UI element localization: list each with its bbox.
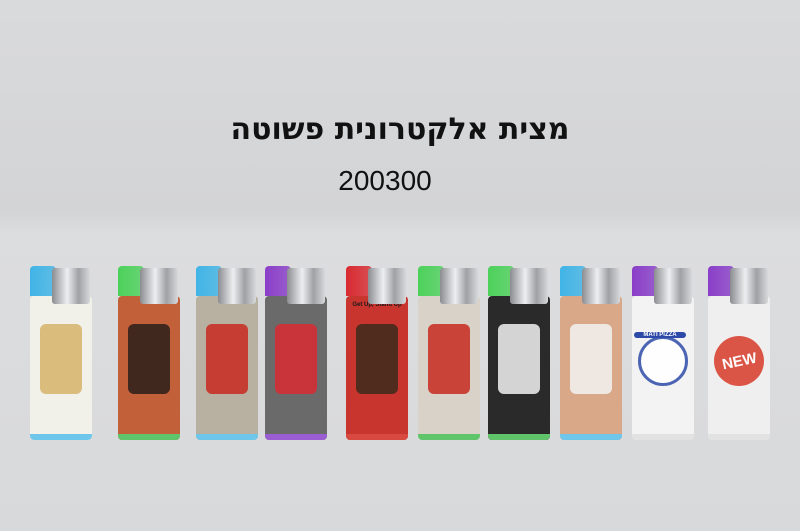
new-label: NEW	[720, 349, 758, 373]
lighter-cap	[708, 266, 770, 304]
lighter-cap	[560, 266, 622, 304]
metal-hood	[218, 268, 256, 304]
metal-hood	[52, 268, 90, 304]
lighter-mati-pizza: MATI PIZZA	[632, 266, 694, 442]
product-code: 200300	[338, 165, 432, 196]
lighter-big-ben-bus	[418, 266, 480, 442]
lighter-base	[488, 434, 550, 440]
lighter-body: MATI PIZZA	[632, 296, 694, 440]
lighter-cap	[30, 266, 92, 304]
lighter-cap	[346, 266, 408, 304]
lighter-new-badge: NEW	[708, 266, 770, 442]
lighter-body	[418, 296, 480, 440]
lighter-body	[488, 296, 550, 440]
lighter-hand-phone	[118, 266, 180, 442]
lighter-cap	[265, 266, 327, 304]
metal-hood	[510, 268, 548, 304]
metal-hood	[140, 268, 178, 304]
lighter-cap	[632, 266, 694, 304]
lighter-body	[265, 296, 327, 440]
lighter-body: NEW	[708, 296, 770, 440]
lighter-artwork	[206, 324, 248, 394]
lighter-body: Get Up, Stand Up	[346, 296, 408, 440]
lighter-base	[346, 434, 408, 440]
lighter-body	[118, 296, 180, 440]
lighter-cap	[488, 266, 550, 304]
lighter-base	[708, 434, 770, 440]
lighter-hand-cigarette	[560, 266, 622, 442]
lighter-cap	[196, 266, 258, 304]
lighter-artwork: NEW	[714, 336, 764, 386]
lighter-artwork	[570, 324, 612, 394]
lighter-artwork	[275, 324, 317, 394]
lighter-base	[30, 434, 92, 440]
lighter-artwork	[128, 324, 170, 394]
metal-hood	[368, 268, 406, 304]
lighter-base	[560, 434, 622, 440]
lighter-artwork	[40, 324, 82, 394]
lighter-base	[418, 434, 480, 440]
lighter-base	[196, 434, 258, 440]
page-title: מצית אלקטרונית פשוטה	[230, 112, 570, 147]
lighter-body	[30, 296, 92, 440]
metal-hood	[582, 268, 620, 304]
lighter-chef-pizza	[30, 266, 92, 442]
lighter-cap	[418, 266, 480, 304]
lighter-cap	[118, 266, 180, 304]
lighter-london-phonebox	[196, 266, 258, 442]
lighter-fist-stand-up: Get Up, Stand Up	[346, 266, 408, 442]
lighter-london-collage	[265, 266, 327, 442]
lighter-artwork	[638, 336, 688, 386]
lighter-body	[196, 296, 258, 440]
metal-hood	[287, 268, 325, 304]
lighter-body	[560, 296, 622, 440]
metal-hood	[654, 268, 692, 304]
lighter-cigarette-figure	[488, 266, 550, 442]
lighter-base	[632, 434, 694, 440]
lighter-artwork	[356, 324, 398, 394]
metal-hood	[440, 268, 478, 304]
lighter-artwork	[428, 324, 470, 394]
lighter-base	[265, 434, 327, 440]
lighter-base	[118, 434, 180, 440]
metal-hood	[730, 268, 768, 304]
lighter-artwork	[498, 324, 540, 394]
